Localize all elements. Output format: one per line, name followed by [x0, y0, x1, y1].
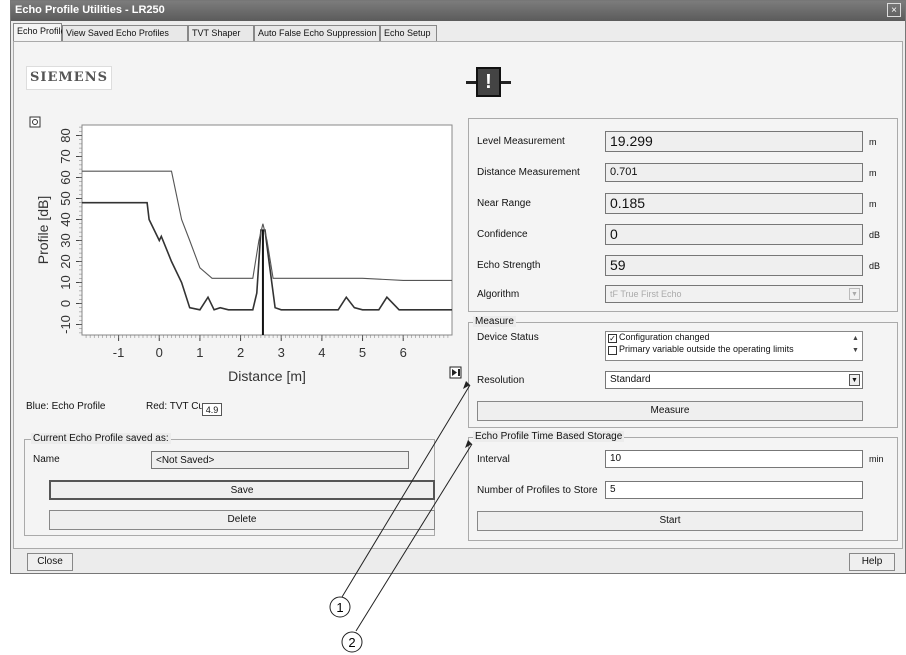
title-bar: Echo Profile Utilities - LR250 ×	[11, 1, 905, 21]
interval-input[interactable]: 10	[605, 450, 863, 468]
distance-measurement-unit: m	[869, 168, 877, 178]
status-item-configuration-changed: Configuration changed	[619, 332, 710, 342]
current-saved-group: Current Echo Profile saved as: Name <Not…	[24, 433, 435, 536]
y-tick-label: 80	[58, 128, 73, 142]
confidence-unit: dB	[869, 230, 881, 240]
x-tick-label: 3	[278, 345, 285, 360]
algorithm-value: tF True First Echo	[610, 289, 682, 299]
x-tick-label: 1	[196, 345, 203, 360]
interval-unit: min	[869, 454, 884, 464]
distance-measurement-label: Distance Measurement	[477, 167, 580, 178]
start-button[interactable]: Start	[477, 511, 863, 531]
time-based-storage-title: Echo Profile Time Based Storage	[473, 431, 625, 442]
callout-1-circle	[329, 596, 351, 618]
x-axis-label: Distance [m]	[228, 368, 306, 384]
algorithm-dropdown-icon: ▼	[849, 288, 860, 300]
y-axis-label: Profile [dB]	[35, 196, 51, 264]
profiles-to-store-input[interactable]: 5	[605, 481, 863, 499]
name-field[interactable]: <Not Saved>	[151, 451, 409, 469]
x-tick-label: 6	[400, 345, 407, 360]
measurements-panel: Level Measurement 19.299 m Distance Meas…	[468, 118, 898, 312]
measure-button[interactable]: Measure	[477, 401, 863, 421]
interval-label: Interval	[477, 454, 510, 465]
window-close-icon[interactable]: ×	[887, 3, 901, 17]
level-measurement-value: 19.299	[605, 131, 863, 152]
echo-profile-chart[interactable]: -1 0 1 2 3 4 5 6-1001020304050607080 Distance […	[24, 115, 464, 385]
warning-icon: !	[466, 65, 511, 101]
cursor-value-box: 4.9	[202, 403, 222, 416]
resolution-select[interactable]: Standard ▼	[605, 371, 863, 389]
status-list-scrollbar[interactable]: ▲ ▼	[850, 333, 861, 359]
x-tick-label: 0	[156, 345, 163, 360]
algorithm-label: Algorithm	[477, 289, 520, 300]
status-checkbox-unchecked[interactable]	[608, 346, 617, 355]
y-tick-label: 60	[58, 170, 73, 184]
level-measurement-label: Level Measurement	[477, 136, 565, 147]
tab-echo-profile[interactable]: Echo Profile	[13, 23, 66, 41]
save-button[interactable]: Save	[49, 480, 435, 500]
echo-profile-window: Echo Profile Utilities - LR250 × Echo Pr…	[10, 0, 906, 574]
y-tick-label: 30	[58, 233, 73, 247]
current-saved-group-title: Current Echo Profile saved as:	[31, 433, 171, 444]
window-title: Echo Profile Utilities - LR250	[15, 4, 165, 16]
device-status-label: Device Status	[477, 332, 539, 343]
tab-echo-setup[interactable]: Echo Setup	[380, 25, 437, 41]
measure-group-title: Measure	[473, 316, 516, 327]
y-tick-label: -10	[58, 315, 73, 334]
siemens-logo: SIEMENS	[26, 66, 112, 90]
level-measurement-unit: m	[869, 137, 877, 147]
near-range-unit: m	[869, 199, 877, 209]
y-tick-label: 0	[58, 300, 73, 307]
y-tick-label: 50	[58, 191, 73, 205]
y-tick-label: 20	[58, 254, 73, 268]
echo-strength-label: Echo Strength	[477, 260, 541, 271]
distance-measurement-value: 0.701	[605, 163, 863, 182]
resolution-label: Resolution	[477, 375, 525, 386]
x-tick-label: 2	[237, 345, 244, 360]
echo-strength-unit: dB	[869, 261, 881, 271]
measure-group: Measure Device Status ✓ Configuration ch…	[468, 316, 898, 428]
algorithm-select: tF True First Echo ▼	[605, 285, 863, 303]
x-tick-label: 4	[318, 345, 325, 360]
delete-button[interactable]: Delete	[49, 510, 435, 530]
callout-2-label: 2	[348, 635, 355, 650]
x-tick-label: -1	[113, 345, 125, 360]
time-based-storage-group: Echo Profile Time Based Storage Interval…	[468, 431, 898, 541]
callout-1-label: 1	[336, 600, 343, 615]
near-range-label: Near Range	[477, 198, 531, 209]
y-tick-label: 70	[58, 149, 73, 163]
profiles-to-store-label: Number of Profiles to Store	[477, 485, 598, 496]
status-item-primary-variable: Primary variable outside the operating l…	[619, 344, 794, 354]
warning-glyph: !	[476, 67, 501, 97]
tab-content-panel: SIEMENS ! -1 0 1 2 3 4 5 6 -10 0 10 20 30 40 50 60 70 80 …	[13, 41, 903, 549]
plot-area	[81, 124, 453, 336]
near-range-value: 0.185	[605, 193, 863, 214]
tab-view-saved-echo-profiles[interactable]: View Saved Echo Profiles	[62, 25, 188, 41]
device-status-list[interactable]: ✓ Configuration changed Primary variable…	[605, 331, 863, 361]
echo-strength-value: 59	[605, 255, 863, 276]
tab-auto-false-echo-suppression[interactable]: Auto False Echo Suppression	[254, 25, 380, 41]
resolution-value: Standard	[610, 374, 651, 385]
close-button[interactable]: Close	[27, 553, 73, 571]
y-tick-label: 10	[58, 275, 73, 289]
y-tick-label: 40	[58, 212, 73, 226]
confidence-label: Confidence	[477, 229, 528, 240]
resolution-dropdown-icon[interactable]: ▼	[849, 374, 860, 386]
tab-tvt-shaper[interactable]: TVT Shaper	[188, 25, 254, 41]
chart-zoom-icon[interactable]	[29, 116, 41, 128]
help-button[interactable]: Help	[849, 553, 895, 571]
status-checkbox-checked[interactable]: ✓	[608, 334, 617, 343]
confidence-value: 0	[605, 224, 863, 245]
legend-blue-echo-profile: Blue: Echo Profile	[26, 401, 106, 412]
x-tick-label: 5	[359, 345, 366, 360]
name-label: Name	[33, 454, 60, 465]
callout-2-circle	[341, 631, 363, 653]
